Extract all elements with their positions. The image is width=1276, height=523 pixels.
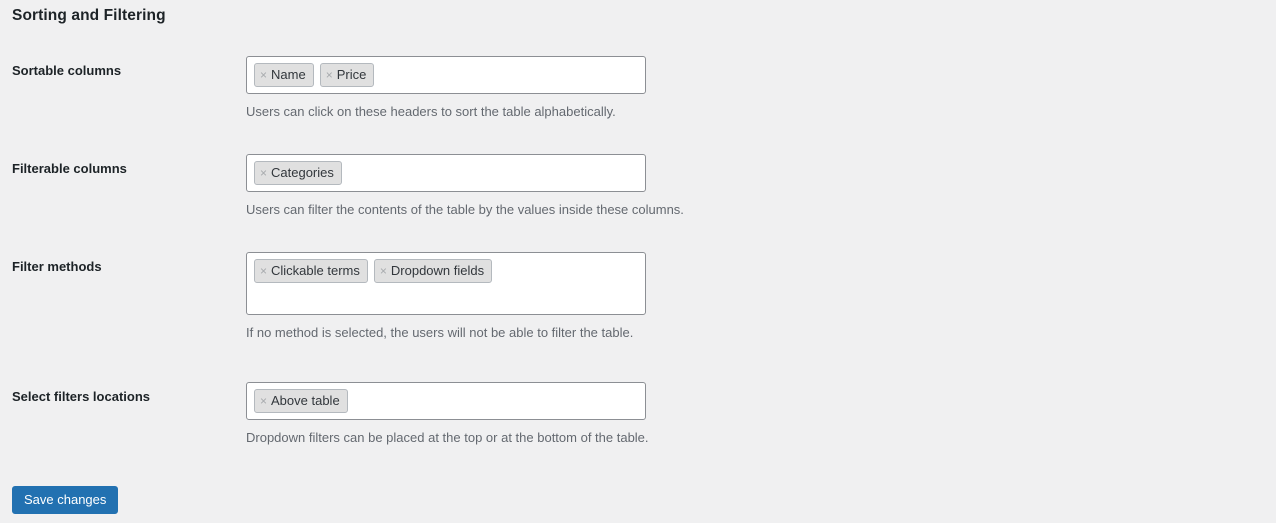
chip-categories[interactable]: × Categories — [254, 161, 342, 185]
row-label-filterable-columns: Filterable columns — [12, 161, 127, 176]
chip-label: Categories — [271, 165, 334, 180]
field-filterable-columns: × Categories Users can filter the conten… — [246, 154, 684, 218]
remove-icon[interactable]: × — [326, 69, 333, 81]
field-filter-methods: × Clickable terms × Dropdown fields If n… — [246, 252, 646, 341]
filter-methods-token-input[interactable]: × Clickable terms × Dropdown fields — [246, 252, 646, 315]
row-label-filter-methods: Filter methods — [12, 259, 102, 274]
remove-icon[interactable]: × — [260, 395, 267, 407]
chip-label: Clickable terms — [271, 263, 360, 278]
chip-label: Name — [271, 67, 306, 82]
field-filters-locations: × Above table Dropdown filters can be pl… — [246, 382, 649, 446]
remove-icon[interactable]: × — [260, 167, 267, 179]
remove-icon[interactable]: × — [380, 265, 387, 277]
remove-icon[interactable]: × — [260, 265, 267, 277]
settings-page: Sorting and Filtering Sortable columns ×… — [0, 0, 1276, 523]
chip-dropdown-fields[interactable]: × Dropdown fields — [373, 259, 493, 283]
chip-clickable-terms[interactable]: × Clickable terms — [254, 259, 368, 283]
chip-name[interactable]: × Name — [254, 63, 314, 87]
filters-locations-token-input[interactable]: × Above table — [246, 382, 646, 420]
page-title: Sorting and Filtering — [12, 7, 166, 24]
field-description-filterable-columns: Users can filter the contents of the tab… — [246, 202, 684, 217]
chip-price[interactable]: × Price — [319, 63, 375, 87]
save-changes-button[interactable]: Save changes — [12, 486, 119, 514]
row-label-sortable-columns: Sortable columns — [12, 63, 122, 78]
field-description-sortable-columns: Users can click on these headers to sort… — [246, 104, 616, 119]
chip-label: Above table — [271, 393, 340, 408]
chip-label: Price — [336, 67, 367, 82]
field-sortable-columns: × Name × Price Users can click on these … — [246, 56, 646, 120]
field-description-filter-methods: If no method is selected, the users will… — [246, 325, 634, 340]
field-description-filters-locations: Dropdown filters can be placed at the to… — [246, 430, 649, 445]
sortable-columns-token-input[interactable]: × Name × Price — [246, 56, 646, 94]
filterable-columns-token-input[interactable]: × Categories — [246, 154, 646, 192]
chip-label: Dropdown fields — [390, 263, 485, 278]
submit-area: Save changes — [12, 486, 119, 514]
remove-icon[interactable]: × — [260, 69, 267, 81]
chip-above-table[interactable]: × Above table — [254, 389, 348, 413]
row-label-filters-locations: Select filters locations — [12, 389, 150, 404]
